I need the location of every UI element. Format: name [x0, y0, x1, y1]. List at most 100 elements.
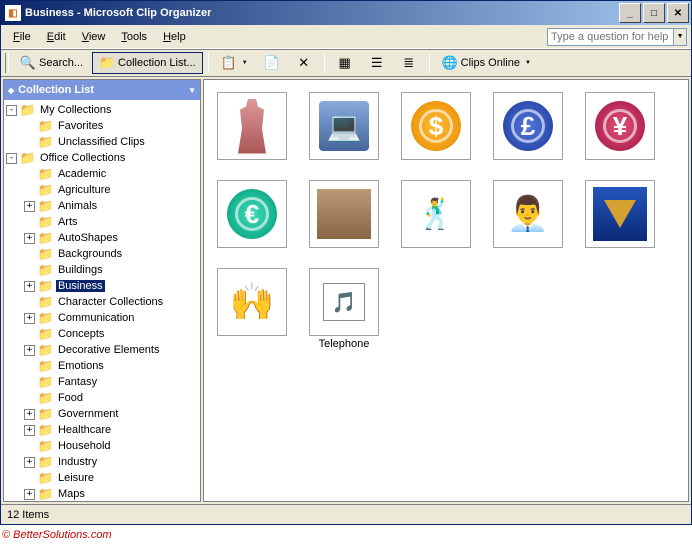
- menu-file[interactable]: File: [5, 29, 39, 45]
- clips-online-button[interactable]: 🌐 Clips Online ▼: [435, 52, 538, 74]
- clip-thumbnail[interactable]: [584, 180, 656, 248]
- help-search-box[interactable]: ▼: [547, 28, 687, 46]
- collapse-icon[interactable]: -: [6, 105, 17, 116]
- tree-item[interactable]: +📁AutoShapes: [6, 230, 198, 246]
- expand-icon[interactable]: +: [24, 425, 35, 436]
- folder-icon: 📁: [38, 487, 53, 501]
- tree-item[interactable]: 📁Favorites: [6, 118, 198, 134]
- tree-item-label: Character Collections: [56, 296, 165, 308]
- expand-icon[interactable]: +: [24, 345, 35, 356]
- tree-item[interactable]: +📁Healthcare: [6, 422, 198, 438]
- expand-placeholder: [24, 473, 35, 484]
- expand-icon[interactable]: +: [24, 313, 35, 324]
- folder-icon: 📁: [38, 279, 53, 293]
- tree-item-label: Decorative Elements: [56, 344, 162, 356]
- tree-item[interactable]: 📁Food: [6, 390, 198, 406]
- tree-item-label: Unclassified Clips: [56, 136, 147, 148]
- app-window: ◧ Business - Microsoft Clip Organizer _ …: [0, 0, 692, 525]
- clip-image: 👨‍💼: [493, 180, 563, 248]
- tree-item[interactable]: 📁Fantasy: [6, 374, 198, 390]
- clip-thumbnail[interactable]: [216, 92, 288, 160]
- tree-item[interactable]: -📁Office Collections: [6, 150, 198, 166]
- tree-item[interactable]: 📁Leisure: [6, 470, 198, 486]
- clip-thumbnail[interactable]: €: [216, 180, 288, 248]
- expand-icon[interactable]: +: [24, 281, 35, 292]
- collection-tree[interactable]: -📁My Collections📁Favorites📁Unclassified …: [4, 100, 200, 501]
- clip-image: [217, 92, 287, 160]
- expand-icon[interactable]: +: [24, 489, 35, 500]
- tree-item[interactable]: 📁Arts: [6, 214, 198, 230]
- paste-button[interactable]: 📋▼: [214, 52, 255, 74]
- clip-image: €: [217, 180, 287, 248]
- tree-item-label: Business: [56, 280, 105, 292]
- tree-item-label: Animals: [56, 200, 99, 212]
- collection-list-button-label: Collection List...: [118, 57, 196, 69]
- tree-item[interactable]: 📁Emotions: [6, 358, 198, 374]
- tree-item[interactable]: +📁Communication: [6, 310, 198, 326]
- tree-item-label: Agriculture: [56, 184, 113, 196]
- expand-placeholder: [24, 377, 35, 388]
- tree-item[interactable]: 📁Character Collections: [6, 294, 198, 310]
- clip-thumbnail[interactable]: 🙌: [216, 268, 288, 350]
- clip-thumbnail[interactable]: 🕺: [400, 180, 472, 248]
- delete-button[interactable]: ✕: [289, 52, 319, 74]
- toolbar-separator: [324, 53, 325, 73]
- help-dropdown-icon[interactable]: ▼: [673, 29, 686, 45]
- clip-thumbnail[interactable]: £: [492, 92, 564, 160]
- tree-item[interactable]: 📁Unclassified Clips: [6, 134, 198, 150]
- menu-view[interactable]: View: [74, 29, 114, 45]
- tree-item[interactable]: +📁Business: [6, 278, 198, 294]
- clips-online-label: Clips Online: [461, 57, 520, 69]
- expand-placeholder: [24, 121, 35, 132]
- tree-item[interactable]: 📁Concepts: [6, 326, 198, 342]
- clip-thumbnail[interactable]: [308, 180, 380, 248]
- tree-item[interactable]: +📁Maps: [6, 486, 198, 501]
- help-search-input[interactable]: [548, 31, 673, 43]
- clip-thumbnail[interactable]: ¥: [584, 92, 656, 160]
- expand-icon[interactable]: +: [24, 409, 35, 420]
- tree-item[interactable]: 📁Backgrounds: [6, 246, 198, 262]
- clip-thumbnail[interactable]: 👨‍💼: [492, 180, 564, 248]
- tree-item[interactable]: 📁Buildings: [6, 262, 198, 278]
- minimize-button[interactable]: _: [619, 3, 641, 23]
- tree-item[interactable]: +📁Decorative Elements: [6, 342, 198, 358]
- tree-item[interactable]: +📁Industry: [6, 454, 198, 470]
- folder-icon: 📁: [99, 55, 115, 71]
- expand-icon[interactable]: +: [24, 201, 35, 212]
- clip-thumbnail[interactable]: [308, 92, 380, 160]
- tree-item[interactable]: -📁My Collections: [6, 102, 198, 118]
- expand-placeholder: [24, 297, 35, 308]
- close-button[interactable]: ✕: [667, 3, 689, 23]
- list-view-button[interactable]: ☰: [362, 52, 392, 74]
- paste-icon: 📋: [221, 55, 237, 71]
- copy-button[interactable]: 📄: [257, 52, 287, 74]
- tree-item[interactable]: +📁Animals: [6, 198, 198, 214]
- maximize-button[interactable]: □: [643, 3, 665, 23]
- clip-thumbnail[interactable]: $: [400, 92, 472, 160]
- tree-item-label: Fantasy: [56, 376, 99, 388]
- tree-item[interactable]: +📁Government: [6, 406, 198, 422]
- expand-placeholder: [24, 185, 35, 196]
- menu-edit[interactable]: Edit: [39, 29, 74, 45]
- tree-item-label: Backgrounds: [56, 248, 124, 260]
- thumbnails-view-button[interactable]: ▦: [330, 52, 360, 74]
- details-view-button[interactable]: ≣: [394, 52, 424, 74]
- expand-icon[interactable]: +: [24, 457, 35, 468]
- titlebar: ◧ Business - Microsoft Clip Organizer _ …: [1, 1, 691, 25]
- search-button-label: Search...: [39, 57, 83, 69]
- menu-tools[interactable]: Tools: [113, 29, 155, 45]
- content-pane: $ £ ¥ € 🕺 👨‍💼 🙌 🎵Telephone: [203, 79, 689, 502]
- toolbar-separator: [208, 53, 209, 73]
- tree-item[interactable]: 📁Academic: [6, 166, 198, 182]
- collapse-icon[interactable]: -: [6, 153, 17, 164]
- clip-thumbnail[interactable]: 🎵Telephone: [308, 268, 380, 350]
- search-button[interactable]: 🔍 Search...: [13, 52, 90, 74]
- menu-help[interactable]: Help: [155, 29, 194, 45]
- collection-list-button[interactable]: 📁 Collection List...: [92, 52, 203, 74]
- tree-item[interactable]: 📁Household: [6, 438, 198, 454]
- globe-icon: 🌐: [442, 55, 458, 71]
- close-pane-icon[interactable]: ▼: [188, 86, 196, 95]
- tree-item-label: My Collections: [38, 104, 114, 116]
- tree-item[interactable]: 📁Agriculture: [6, 182, 198, 198]
- expand-icon[interactable]: +: [24, 233, 35, 244]
